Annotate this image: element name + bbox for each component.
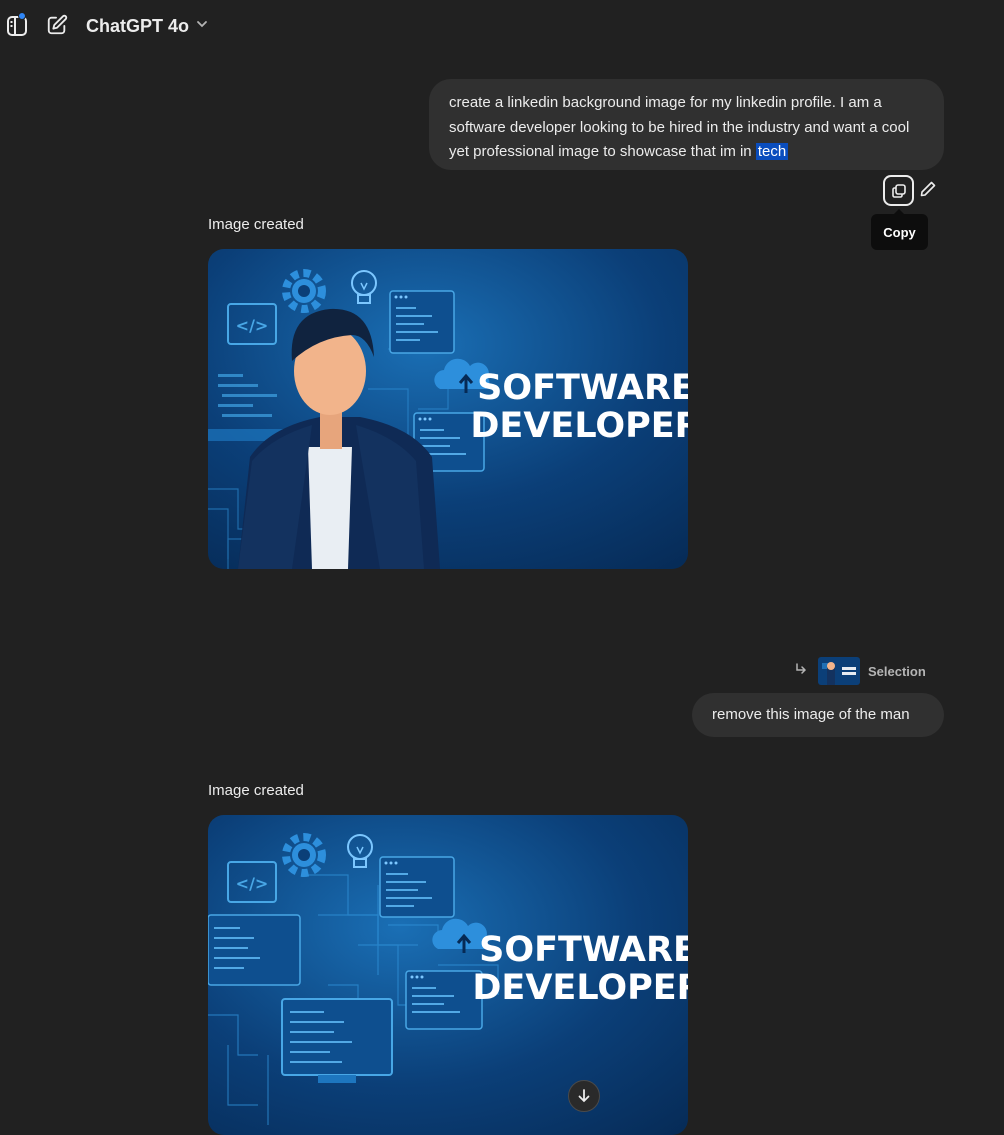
user-message-text: create a linkedin background image for m…	[449, 94, 910, 160]
scroll-to-bottom-button[interactable]	[568, 1080, 600, 1112]
code-tag: </>	[236, 316, 269, 335]
selection-reference: Selection	[794, 657, 926, 685]
user-message: create a linkedin background image for m…	[429, 79, 944, 170]
headline-developer: DEVELOPER	[472, 968, 688, 1008]
copy-button[interactable]	[883, 175, 914, 206]
notification-dot	[18, 12, 26, 20]
generated-image[interactable]: </> SOFTWARE DEVELOPER	[208, 249, 688, 569]
copy-tooltip: Copy	[871, 209, 928, 250]
user-message-text: remove this image of the man	[712, 706, 910, 723]
image-created-label: Image created	[208, 782, 304, 799]
compose-icon[interactable]	[46, 14, 68, 36]
selection-thumbnail	[818, 657, 860, 685]
code-tag: </>	[236, 874, 269, 893]
selection-label: Selection	[868, 663, 926, 679]
model-name: ChatGPT 4o	[86, 15, 190, 36]
model-picker[interactable]: ChatGPT 4o	[86, 12, 209, 40]
chevron-down-icon	[195, 17, 209, 36]
copy-icon	[891, 183, 906, 198]
generated-image[interactable]: </> SOFTWARE DEVELOPER	[208, 815, 688, 1135]
top-bar: ChatGPT 4o	[0, 0, 1004, 52]
headline-developer: DEVELOPER	[470, 406, 688, 446]
pencil-icon[interactable]	[919, 180, 939, 200]
headline-software: SOFTWARE	[479, 930, 688, 970]
selected-text: tech	[755, 143, 789, 160]
user-message: remove this image of the man	[692, 693, 944, 737]
arrow-down-icon	[578, 1089, 590, 1103]
reply-arrow-icon	[794, 662, 810, 680]
headline-software: SOFTWARE	[477, 368, 688, 408]
image-created-label: Image created	[208, 216, 304, 233]
